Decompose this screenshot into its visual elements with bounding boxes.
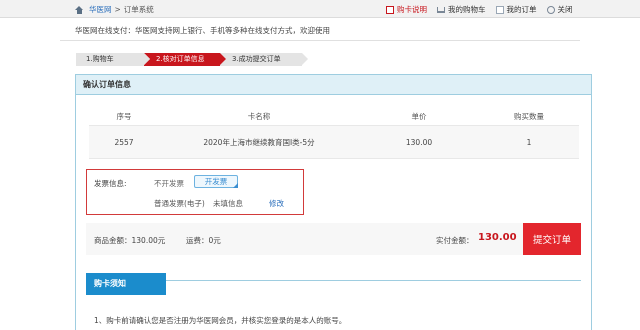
- paid-amount: 130.00: [478, 232, 517, 243]
- cart-link-label: 我的购物车: [448, 5, 486, 14]
- invoice-type: 普通发票(电子): [154, 199, 205, 208]
- cart-link[interactable]: 我的购物车: [437, 4, 486, 15]
- row-card-name: 2020年上海市继续教育国I类-5分: [203, 137, 315, 147]
- notice-item: 1、购卡前请确认您是否注册为华医网会员，并核实您登录的是本人的账号。: [94, 316, 347, 325]
- breadcrumb-site-link[interactable]: 华医网: [89, 4, 112, 15]
- row-qty: 1: [526, 137, 532, 147]
- top-links: 购卡说明 我的购物车 我的订单 关闭: [386, 4, 573, 15]
- guide-link-label: 购卡说明: [397, 5, 427, 14]
- submit-order-button[interactable]: 提交订单: [523, 223, 581, 255]
- invoice-status: 未填信息: [213, 199, 243, 208]
- breadcrumb-current: 订单系统: [123, 5, 154, 14]
- shipping-fee: 运费：0元: [186, 236, 221, 245]
- open-invoice-label: 开发票: [204, 177, 228, 186]
- open-invoice-option[interactable]: 开发票: [194, 175, 238, 188]
- order-panel: 确认订单信息 序号 卡名称 单价 购买数量 2557 2020年上海市继续教育国…: [75, 74, 592, 330]
- close-link[interactable]: 关闭: [546, 4, 573, 15]
- step-confirm-order: 2.核对订单信息: [144, 53, 226, 66]
- home-icon[interactable]: [75, 5, 84, 14]
- step-cart: 1.购物车: [76, 53, 150, 66]
- invoice-box: 发票信息: 不开发票 开发票 普通发票(电子) 未填信息 修改: [86, 169, 304, 215]
- col-id-header: 序号: [116, 111, 132, 121]
- orders-link-label: 我的订单: [506, 5, 537, 14]
- invoice-edit-link[interactable]: 修改: [269, 198, 284, 209]
- breadcrumb: 华医网 > 订单系统: [75, 4, 154, 15]
- top-bar: 华医网 > 订单系统 购卡说明 我的购物车 我的订单 关闭: [0, 0, 640, 18]
- row-id: 2557: [114, 137, 134, 147]
- orders-icon: [495, 5, 504, 14]
- breadcrumb-separator: >: [114, 5, 121, 14]
- payment-info-text: 华医网在线支付：华医网支持网上银行、手机等多种在线支付方式，欢迎使用: [75, 26, 330, 35]
- guide-link[interactable]: 购卡说明: [386, 4, 427, 15]
- col-qty-header: 购买数量: [514, 111, 544, 121]
- notice-tab: 购卡须知: [86, 273, 166, 295]
- col-name-header: 卡名称: [247, 111, 271, 121]
- document-icon: [386, 5, 394, 14]
- cart-icon: [437, 6, 445, 13]
- paid-label: 实付金额：: [436, 236, 474, 245]
- row-price: 130.00: [405, 137, 433, 147]
- order-summary: 商品金额：130.00元 运费：0元 实付金额： 130.00 提交订单: [86, 223, 581, 255]
- power-icon: [546, 5, 555, 14]
- progress-steps: 1.购物车 2.核对订单信息 3.成功提交订单: [76, 53, 308, 66]
- close-link-label: 关闭: [557, 5, 573, 14]
- invoice-label: 发票信息:: [94, 179, 127, 188]
- step-submit-success: 3.成功提交订单: [220, 53, 308, 66]
- no-invoice-option[interactable]: 不开发票: [154, 178, 184, 189]
- col-price-header: 单价: [411, 111, 427, 121]
- panel-title: 确认订单信息: [76, 75, 591, 95]
- table-row: 2557 2020年上海市继续教育国I类-5分 130.00 1: [89, 125, 579, 159]
- divider: [60, 40, 580, 41]
- selected-check-icon: [233, 183, 238, 188]
- table-header: 序号 卡名称 单价 购买数量: [89, 107, 579, 125]
- orders-link[interactable]: 我的订单: [495, 4, 537, 15]
- goods-amount: 商品金额：130.00元: [94, 236, 166, 245]
